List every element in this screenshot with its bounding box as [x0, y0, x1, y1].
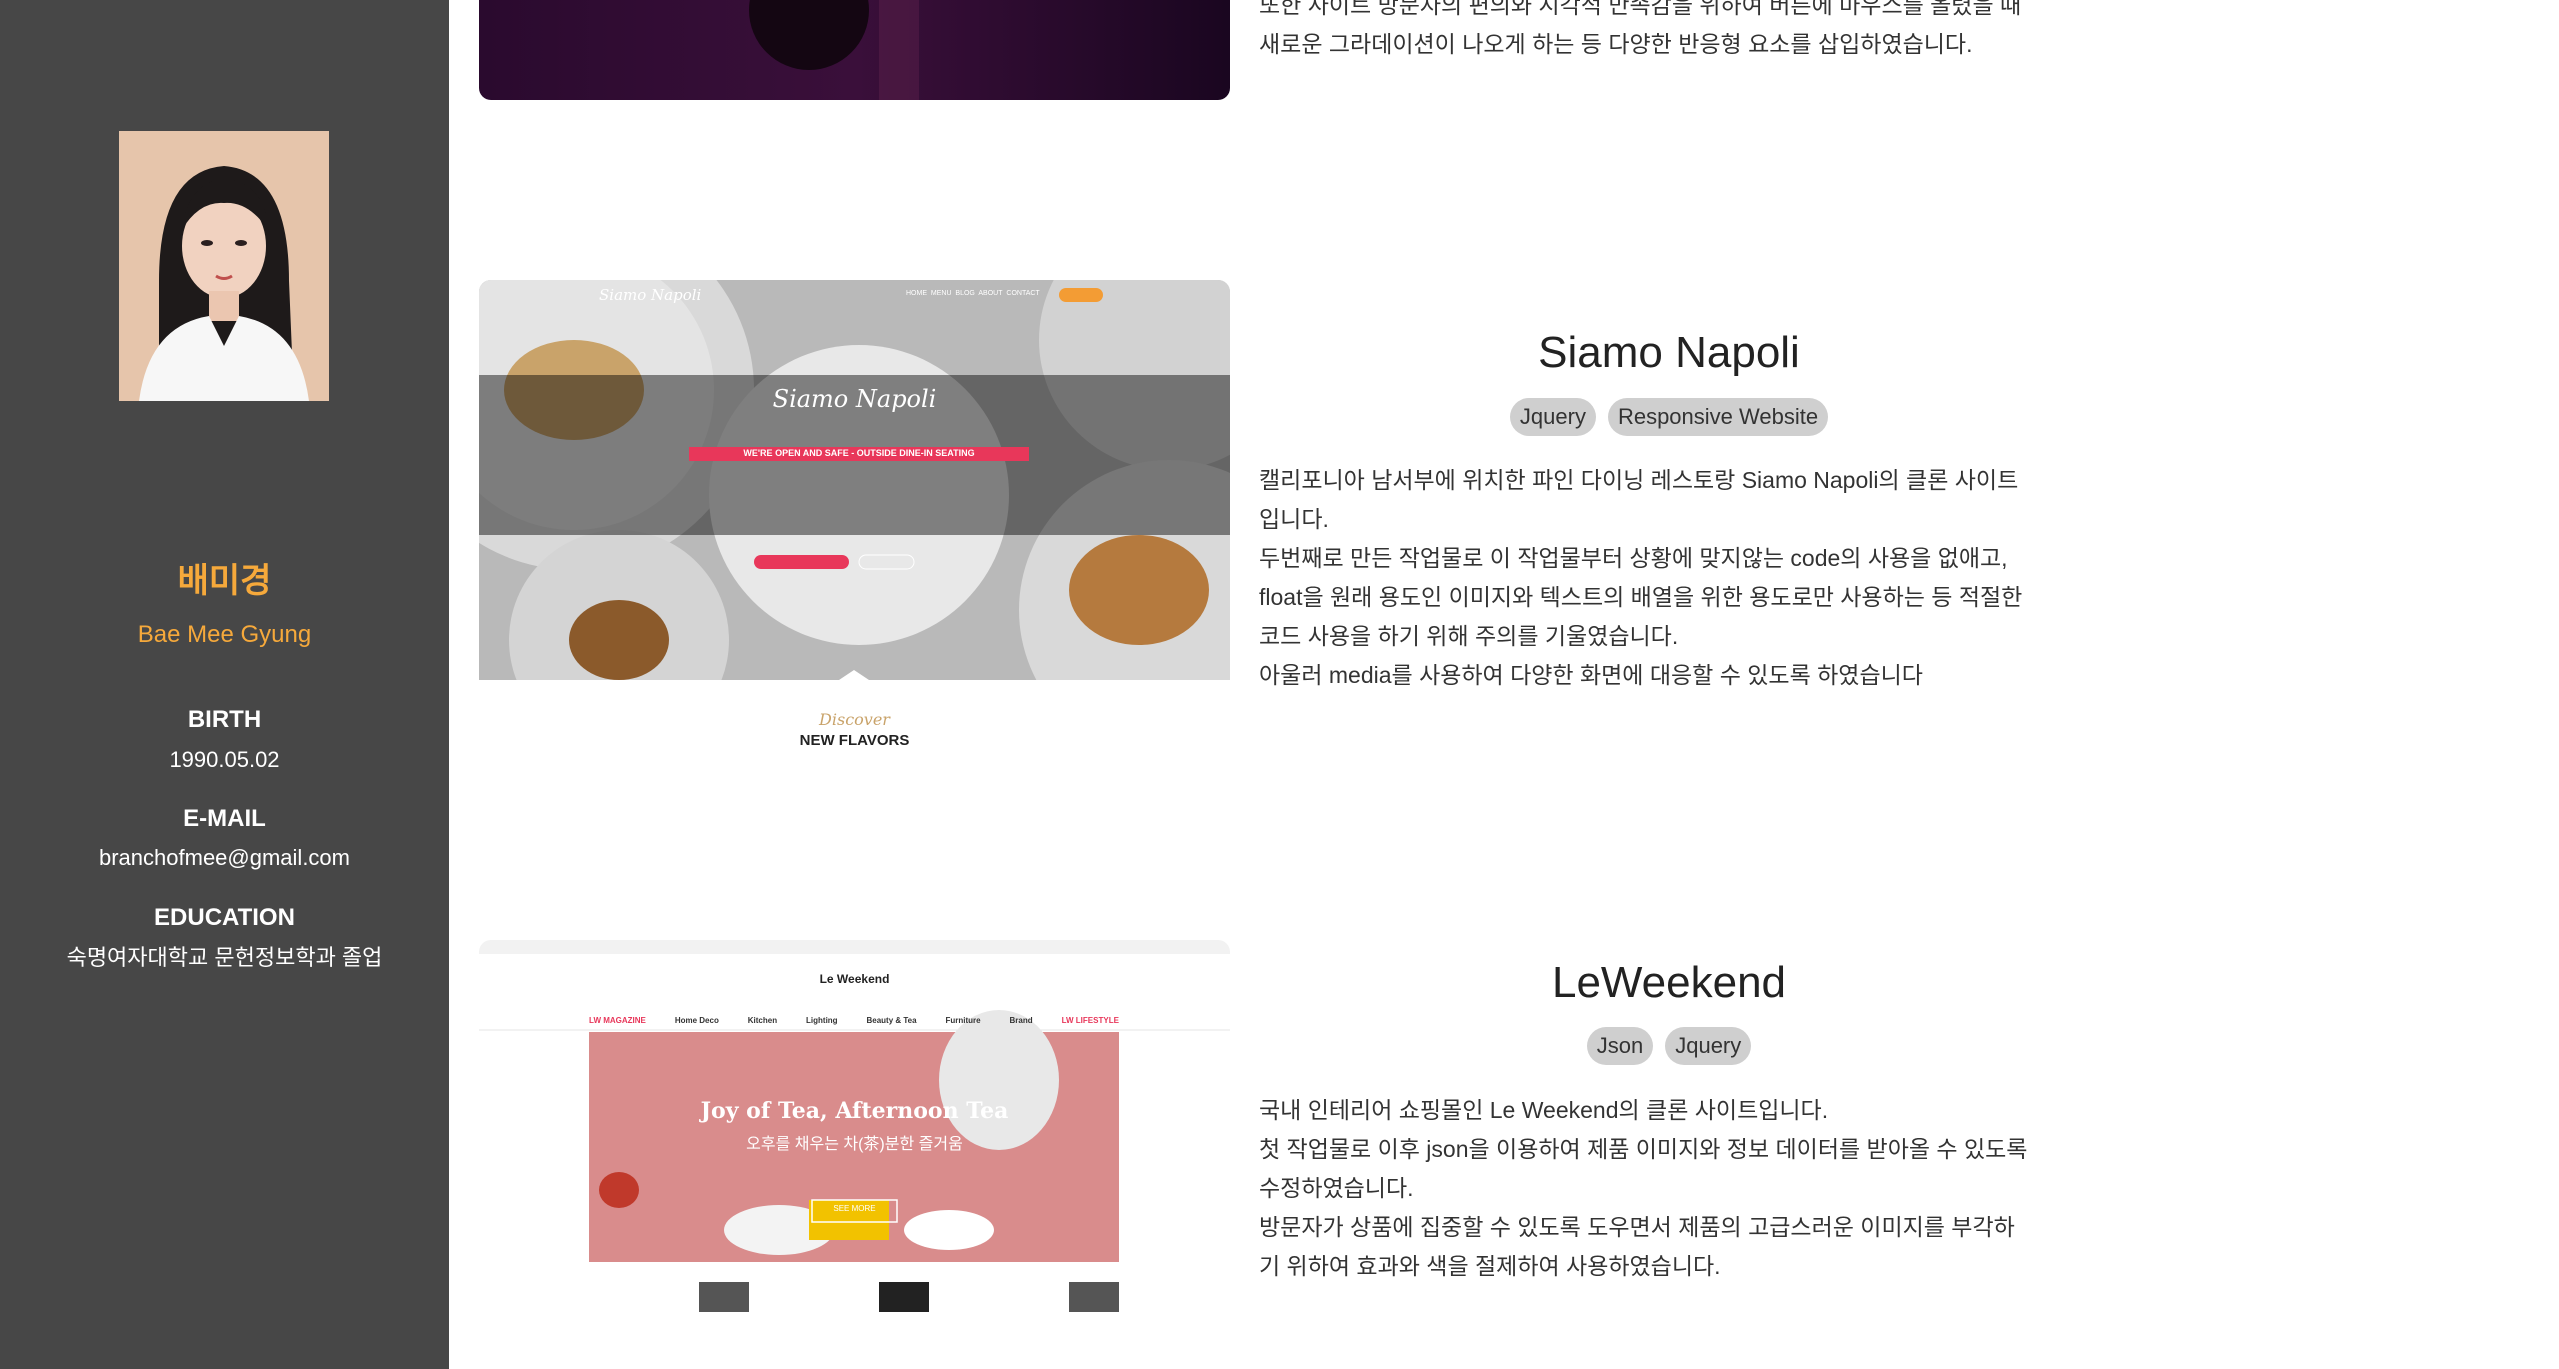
email-value: branchofmee@gmail.com [99, 845, 350, 870]
leweekend-logo[interactable]: Le Weekend [479, 972, 1230, 986]
tag-badge: Jquery [1509, 398, 1596, 436]
tag-badge: Jquery [1665, 1027, 1752, 1065]
siamo-discover-strip: Discover NEW FLAVORS [479, 680, 1230, 760]
project-description: 캘리포니아 남서부에 위치한 파인 다이닝 레스토랑 Siamo Napoli의… [1259, 461, 2079, 695]
desc-line: 두번째로 만든 작업물로 이 작업물부터 상황에 맞지않는 code의 사용을 … [1259, 545, 2008, 571]
leweekend-nav-item[interactable]: LW LIFESTYLE [1062, 1016, 1119, 1025]
siamo-nav-item[interactable]: CONTACT [1006, 290, 1039, 297]
profile-photo [119, 131, 329, 401]
desc-line: 수정하였습니다. [1259, 1175, 1414, 1201]
tag-badge: Json [1586, 1027, 1654, 1065]
project-description: 국내 인테리어 쇼핑몰인 Le Weekend의 클론 사이트입니다. 첫 작업… [1259, 1091, 2079, 1286]
leweekend-nav-item[interactable]: Home Deco [675, 1016, 719, 1025]
desc-line: 캘리포니아 남서부에 위치한 파인 다이닝 레스토랑 Siamo Napoli의… [1259, 467, 2019, 493]
leweekend-nav-item[interactable]: LW MAGAZINE [589, 1016, 646, 1025]
siamo-banner: WE'RE OPEN AND SAFE - OUTSIDE DINE-IN SE… [743, 448, 975, 458]
siamo-napoli-screenshot [479, 280, 1230, 680]
siamo-new-flavors: NEW FLAVORS [799, 732, 910, 749]
siamo-napoli-thumbnail[interactable]: Siamo Napoli HOME MENU BLOG ABOUT CONTAC… [479, 280, 1230, 680]
project-title: Siamo Napoli [1538, 328, 1800, 377]
desc-line: 새로운 그라데이션이 나오게 하는 등 다양한 반응형 요소를 삽입하였습니다. [1259, 31, 1973, 57]
profile-name-english: Bae Mee Gyung [137, 621, 312, 648]
project-title: LeWeekend [1551, 958, 1787, 1007]
desc-line: 코드 사용을 하기 위해 주의를 기울였습니다. [1259, 623, 1679, 649]
leweekend-nav-item[interactable]: Furniture [946, 1016, 981, 1025]
leweekend-nav-item[interactable]: Lighting [806, 1016, 838, 1025]
siamo-logo-center: Siamo Napoli [772, 385, 937, 413]
desc-line: 기 위하여 효과와 색을 절제하여 사용하였습니다. [1259, 1253, 1721, 1279]
tag-badge: Responsive Website [1607, 398, 1829, 436]
portrait-image [119, 131, 329, 401]
leweekend-hero-subtitle: 오후를 채우는 차(茶)분한 즐거움 [746, 1136, 963, 1153]
project-tags: Jquery Responsive Website [1259, 398, 2079, 436]
leweekend-hero-button[interactable]: SEE MORE [812, 1204, 897, 1213]
desc-line: 아울러 media를 사용하여 다양한 화면에 대응할 수 있도록 하였습니다 [1259, 662, 1923, 688]
email-label: E-MAIL [183, 805, 266, 832]
leweekend-nav-item[interactable]: Beauty & Tea [866, 1016, 916, 1025]
desc-line: float을 원래 용도인 이미지와 텍스트의 배열을 위한 용도로만 사용하는… [1259, 584, 2023, 610]
education-label: EDUCATION [154, 904, 295, 931]
desc-line: 국내 인테리어 쇼핑몰인 Le Weekend의 클론 사이트입니다. [1259, 1097, 1829, 1123]
siamo-nav: HOME MENU BLOG ABOUT CONTACT [906, 290, 1040, 297]
project-tags: Json Jquery [1259, 1027, 2079, 1065]
desc-line: 방문자가 상품에 집중할 수 있도록 도우면서 제품의 고급스러운 이미지를 부… [1259, 1214, 2015, 1240]
desc-line: 또한 사이트 방문자의 편의와 시각적 만족감을 위하여 버튼에 마우스를 올렸… [1259, 0, 2022, 18]
project-description-previous: 또한 사이트 방문자의 편의와 시각적 만족감을 위하여 버튼에 마우스를 올렸… [1259, 0, 2079, 64]
siamo-nav-item[interactable]: BLOG [955, 290, 974, 297]
leweekend-nav-item[interactable]: Brand [1010, 1016, 1033, 1025]
desc-line: 입니다. [1259, 506, 1329, 532]
profile-name-korean: 배미경 [177, 562, 272, 600]
education-value: 숙명여자대학교 문헌정보학과 졸업 [66, 945, 383, 970]
concert-thumbnail-image [479, 0, 1230, 100]
siamo-discover-script: Discover [819, 710, 890, 729]
desc-line: 첫 작업물로 이후 json을 이용하여 제품 이미지와 정보 데이터를 받아올… [1259, 1136, 2028, 1162]
leweekend-thumbnail[interactable]: Le Weekend LW MAGAZINE Home Deco Kitchen… [479, 940, 1230, 1340]
siamo-nav-item[interactable]: HOME [906, 290, 927, 297]
birth-label: BIRTH [187, 706, 262, 733]
birth-value: 1990.05.02 [169, 747, 280, 772]
leweekend-hero-title: Joy of Tea, Afternoon Tea [700, 1098, 1009, 1124]
profile-sidebar: 배미경 Bae Mee Gyung BIRTH 1990.05.02 E-MAI… [0, 0, 449, 1369]
leweekend-nav: LW MAGAZINE Home Deco Kitchen Lighting B… [589, 1016, 1119, 1025]
leweekend-nav-item[interactable]: Kitchen [748, 1016, 777, 1025]
siamo-logo-top: Siamo Napoli [599, 286, 702, 304]
project-thumbnail-previous[interactable] [479, 0, 1230, 100]
siamo-nav-item[interactable]: MENU [931, 290, 952, 297]
siamo-nav-item[interactable]: ABOUT [978, 290, 1002, 297]
